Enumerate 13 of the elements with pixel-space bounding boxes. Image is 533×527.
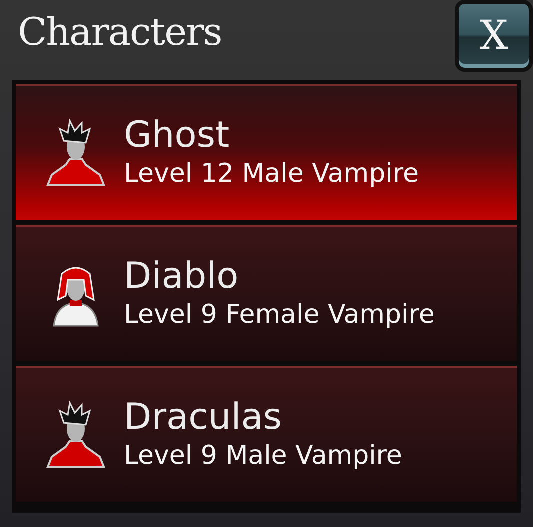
character-description: Level 9 Male Vampire (124, 441, 402, 472)
close-button[interactable]: X (455, 0, 533, 72)
male-avatar-icon (44, 119, 108, 187)
window-title: Characters (18, 10, 222, 54)
character-description: Level 9 Female Vampire (124, 300, 435, 332)
character-name: Draculas (124, 398, 284, 438)
character-row[interactable]: Diablo Level 9 Female Vampire (16, 225, 517, 361)
character-row[interactable]: Draculas Level 9 Male Vampire (16, 366, 517, 502)
male-avatar-icon (44, 401, 108, 469)
character-name: Ghost (124, 116, 231, 156)
character-row[interactable]: Ghost Level 12 Male Vampire (16, 84, 517, 220)
character-name: Diablo (124, 256, 240, 296)
character-description: Level 12 Male Vampire (124, 159, 419, 190)
